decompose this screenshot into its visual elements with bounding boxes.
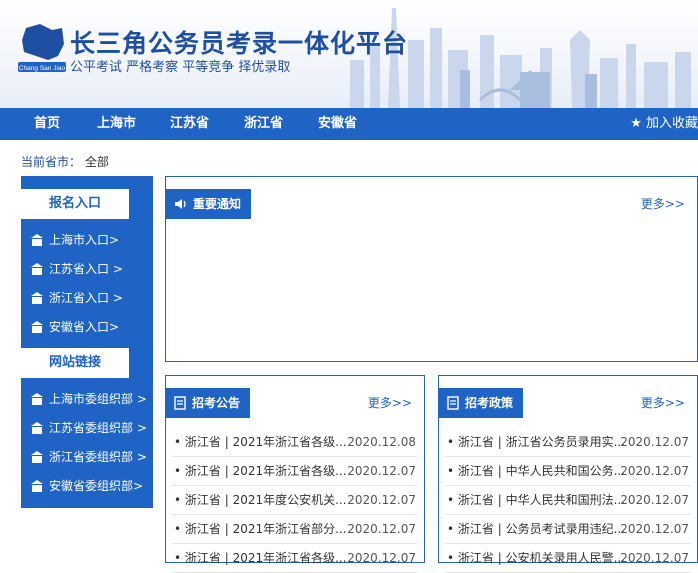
sidebar-link-label: 江苏省委组织部 > [49,421,147,435]
building-icon [31,263,43,275]
building-icon [31,393,43,405]
building-icon [31,292,43,304]
sidebar-entry-shanghai[interactable]: 上海市入口> [31,230,119,250]
svg-text:Chang San Jiao: Chang San Jiao [19,65,66,72]
site-title: 长三角公务员考录一体化平台 [70,29,409,58]
sidebar-link-label: 浙江省委组织部 > [49,450,147,464]
list-item[interactable]: • 浙江省 | 公安机关录用人民警... 2020.12.07 [445,544,691,573]
sidebar-entry-anhui[interactable]: 安徽省入口> [31,317,119,337]
list-item[interactable]: • 浙江省 | 中华人民共和国刑法... 2020.12.07 [445,486,691,515]
document-icon [447,396,459,410]
sidebar-link-zhejiang[interactable]: 浙江省委组织部 > [31,447,147,467]
important-notice-tab: 重要通知 [166,189,252,219]
item-title[interactable]: • 浙江省 | 2021年浙江省各级... [174,428,347,456]
item-date: 2020.12.07 [347,522,416,536]
list-item[interactable]: • 浙江省 | 2021年度公安机关... 2020.12.07 [172,486,418,515]
policy-list: • 浙江省 | 浙江省公务员录用实... 2020.12.07 • 浙江省 | 中… [445,428,691,573]
recruitment-list: • 浙江省 | 2021年浙江省各级... 2020.12.08 • 浙江省 | … [172,428,418,573]
site-logo: Chang San Jiao [18,24,66,72]
recruitment-announcements-title: 招考公告 [192,396,241,410]
list-item[interactable]: • 浙江省 | 2021年浙江省部分... 2020.12.07 [172,515,418,544]
recruit-more-link[interactable]: 更多>> [368,394,412,411]
item-date: 2020.12.07 [620,493,689,507]
sidebar-entry-label: 安徽省入口> [49,320,120,334]
notice-more-link[interactable]: 更多>> [641,195,685,212]
building-icon [31,321,43,333]
item-title[interactable]: • 浙江省 | 公安机关录用人民警... [447,544,625,572]
item-date: 2020.12.07 [347,493,416,507]
item-title[interactable]: • 浙江省 | 2021年浙江省部分... [174,515,347,543]
building-icon [31,451,43,463]
left-sidebar: 报名入口 上海市入口> 江苏省入口 > 浙江省入口 > 安徽省入口> 网站链接 … [21,176,153,508]
building-icon [31,422,43,434]
sidebar-entry-jiangsu[interactable]: 江苏省入口 > [31,259,123,279]
list-item[interactable]: • 浙江省 | 2021年浙江省各级... 2020.12.07 [172,457,418,486]
item-date: 2020.12.07 [620,435,689,449]
sidebar-link-label: 安徽省委组织部> [49,479,144,493]
recruitment-announcements-panel: 招考公告 更多>> • 浙江省 | 2021年浙江省各级... 2020.12.0… [165,375,425,573]
item-title[interactable]: • 浙江省 | 中华人民共和国刑法... [447,486,625,514]
registration-entry-heading: 报名入口 [21,189,129,219]
recruitment-policy-tab: 招考政策 [439,388,524,418]
item-title[interactable]: • 浙江省 | 2021年度公安机关... [174,486,347,514]
recruitment-policy-title: 招考政策 [465,396,514,410]
sidebar-entry-zhejiang[interactable]: 浙江省入口 > [31,288,123,308]
breadcrumb: 当前省市： 全部 [21,153,109,170]
building-icon [31,480,43,492]
website-links-heading: 网站链接 [21,348,129,378]
nav-zhejiang[interactable]: 浙江省 [244,108,283,140]
sidebar-entry-label: 江苏省入口 > [49,262,123,276]
item-title[interactable]: • 浙江省 | 中华人民共和国公务... [447,457,625,485]
sidebar-link-jiangsu[interactable]: 江苏省委组织部 > [31,418,147,438]
item-date: 2020.12.07 [347,464,416,478]
recruitment-announcements-tab: 招考公告 [166,388,251,418]
sidebar-link-anhui[interactable]: 安徽省委组织部> [31,476,143,496]
item-title[interactable]: • 浙江省 | 浙江省公务员录用实... [447,428,625,456]
item-date: 2020.12.07 [620,522,689,536]
important-notice-panel: 重要通知 更多>> [165,176,698,362]
main-nav: 首页 上海市 江苏省 浙江省 安徽省 ★ 加入收藏 [0,108,698,140]
nav-shanghai[interactable]: 上海市 [97,108,136,140]
recruitment-policy-panel: 招考政策 更多>> • 浙江省 | 浙江省公务员录用实... 2020.12.07… [438,375,698,573]
nav-home[interactable]: 首页 [34,108,60,140]
list-item[interactable]: • 浙江省 | 公务员考试录用违纪... 2020.12.07 [445,515,691,544]
add-favorite-link[interactable]: ★ 加入收藏 [630,108,698,140]
item-date: 2020.12.07 [620,464,689,478]
item-title[interactable]: • 浙江省 | 2021年浙江省各级... [174,457,347,485]
list-item[interactable]: • 浙江省 | 2021年浙江省各级... 2020.12.08 [172,428,418,457]
site-header: Chang San Jiao 长三角公务员考录一体化平台 公平考试 严格考察 平… [0,0,698,108]
list-item[interactable]: • 浙江省 | 2021年浙江省各级... 2020.12.07 [172,544,418,573]
speaker-icon [175,199,186,209]
nav-jiangsu[interactable]: 江苏省 [170,108,209,140]
item-date: 2020.12.07 [620,551,689,565]
list-item[interactable]: • 浙江省 | 浙江省公务员录用实... 2020.12.07 [445,428,691,457]
sidebar-link-label: 上海市委组织部 > [49,392,147,406]
item-date: 2020.12.08 [347,435,416,449]
important-notice-title: 重要通知 [193,197,242,211]
breadcrumb-label: 当前省市： [21,155,82,169]
sidebar-entry-label: 上海市入口> [49,233,120,247]
list-item[interactable]: • 浙江省 | 中华人民共和国公务... 2020.12.07 [445,457,691,486]
site-slogan: 公平考试 严格考察 平等竞争 择优录取 [70,60,291,75]
nav-anhui[interactable]: 安徽省 [318,108,357,140]
item-title[interactable]: • 浙江省 | 2021年浙江省各级... [174,544,347,572]
breadcrumb-value: 全部 [84,155,109,169]
sidebar-entry-label: 浙江省入口 > [49,291,123,305]
policy-more-link[interactable]: 更多>> [641,394,685,411]
item-date: 2020.12.07 [347,551,416,565]
sidebar-link-shanghai[interactable]: 上海市委组织部 > [31,389,147,409]
item-title[interactable]: • 浙江省 | 公务员考试录用违纪... [447,515,625,543]
building-icon [31,234,43,246]
document-icon [174,396,186,410]
